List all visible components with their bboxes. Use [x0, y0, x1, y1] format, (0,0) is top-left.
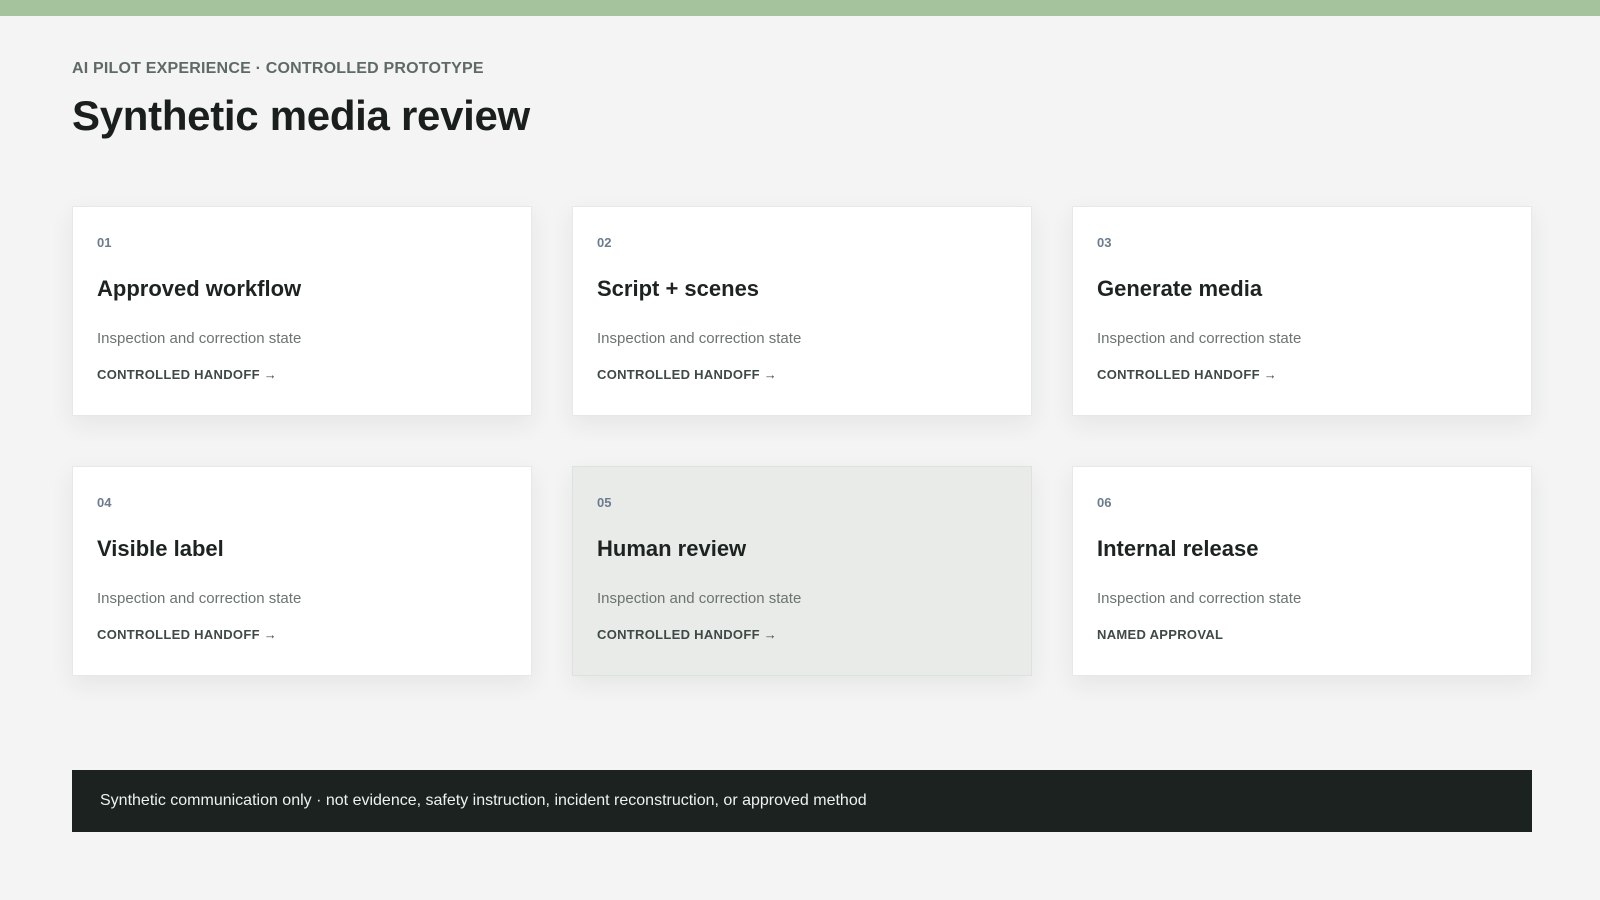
card-action-link[interactable]: CONTROLLED HANDOFF →: [1097, 367, 1507, 382]
card-action-link[interactable]: NAMED APPROVAL: [1097, 627, 1507, 642]
workflow-card-approved-workflow[interactable]: 01 Approved workflow Inspection and corr…: [72, 206, 532, 416]
workflow-card-visible-label[interactable]: 04 Visible label Inspection and correcti…: [72, 466, 532, 676]
card-title: Approved workflow: [97, 276, 302, 301]
card-title: Visible label: [97, 536, 224, 561]
card-description: Inspection and correction state: [1097, 590, 1302, 607]
card-description: Inspection and correction state: [97, 590, 302, 607]
workflow-card-script-scenes[interactable]: 02 Script + scenes Inspection and correc…: [572, 206, 1032, 416]
card-description: Inspection and correction state: [597, 330, 802, 347]
workflow-card-internal-release[interactable]: 06 Internal release Inspection and corre…: [1072, 466, 1532, 676]
card-action-link[interactable]: CONTROLLED HANDOFF →: [597, 627, 1007, 642]
card-action-link[interactable]: CONTROLLED HANDOFF →: [97, 367, 507, 382]
card-description: Inspection and correction state: [597, 590, 802, 607]
card-number: 02: [597, 235, 612, 250]
card-title: Internal release: [1097, 536, 1259, 561]
card-title: Generate media: [1097, 276, 1263, 301]
card-action-link[interactable]: CONTROLLED HANDOFF →: [597, 367, 1007, 382]
card-number: 04: [97, 495, 112, 510]
eyebrow-label: AI PILOT EXPERIENCE · CONTROLLED PROTOTY…: [72, 60, 484, 77]
workflow-card-generate-media[interactable]: 03 Generate media Inspection and correct…: [1072, 206, 1532, 416]
card-number: 01: [97, 235, 112, 250]
page-title: Synthetic media review: [72, 92, 530, 139]
disclaimer-text: Synthetic communication only · not evide…: [100, 792, 867, 809]
card-action-link[interactable]: CONTROLLED HANDOFF →: [97, 627, 507, 642]
card-description: Inspection and correction state: [1097, 330, 1302, 347]
card-number: 06: [1097, 495, 1112, 510]
workflow-card-human-review[interactable]: 05 Human review Inspection and correctio…: [572, 466, 1032, 676]
card-description: Inspection and correction state: [97, 330, 302, 347]
top-accent-bar: [0, 0, 1600, 16]
card-number: 05: [597, 495, 612, 510]
disclaimer-banner: Synthetic communication only · not evide…: [72, 770, 1532, 832]
card-number: 03: [1097, 235, 1112, 250]
card-title: Human review: [597, 536, 747, 561]
card-title: Script + scenes: [597, 276, 760, 301]
workflow-cards: 01 Approved workflow Inspection and corr…: [72, 206, 1532, 676]
